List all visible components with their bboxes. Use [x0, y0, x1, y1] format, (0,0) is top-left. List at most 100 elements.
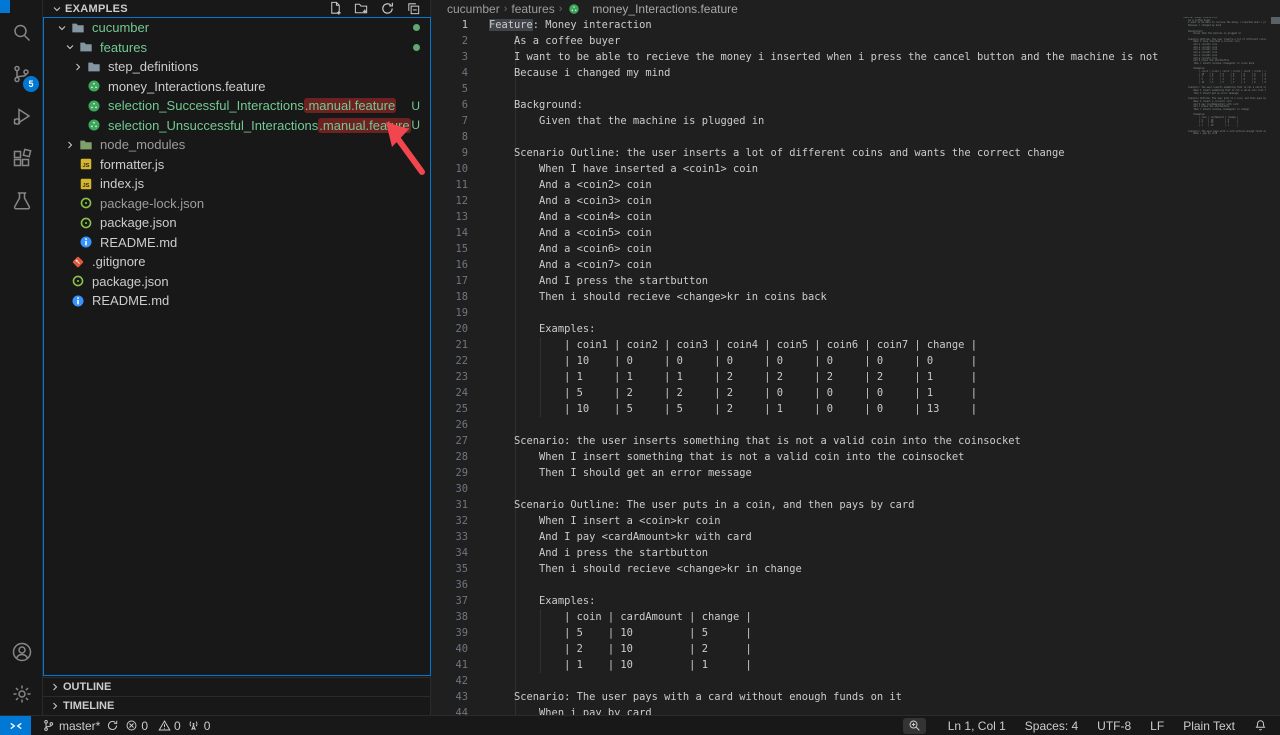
tree-item-label: package.json: [100, 215, 177, 230]
encoding-status[interactable]: UTF-8: [1094, 716, 1134, 735]
chevron-right-icon[interactable]: [70, 59, 86, 75]
collapse-folders-icon[interactable]: [404, 0, 422, 18]
editor-line[interactable]: 10 When I have inserted a <coin1> coin: [432, 161, 1280, 177]
editor-line[interactable]: 13 And a <coin4> coin: [432, 209, 1280, 225]
git-branch-status[interactable]: master*: [39, 716, 103, 735]
editor-line[interactable]: 31 Scenario Outline: The user puts in a …: [432, 497, 1280, 513]
chevron-down-icon[interactable]: [62, 39, 78, 55]
tree-item-package-lock-json[interactable]: package-lock.json: [44, 194, 430, 214]
chevron-right-icon[interactable]: [62, 137, 78, 153]
tree-item-package-json[interactable]: package.json: [44, 213, 430, 233]
editor-line[interactable]: 17 And I press the startbutton: [432, 273, 1280, 289]
editor-line[interactable]: 1Feature: Money interaction: [432, 17, 1280, 33]
run-and-debug-icon[interactable]: [0, 96, 43, 138]
editor-line[interactable]: 4 Because i changed my mind: [432, 65, 1280, 81]
breadcrumb-folder[interactable]: features: [511, 2, 554, 16]
editor-line[interactable]: 9 Scenario Outline: the user inserts a l…: [432, 145, 1280, 161]
minimap[interactable]: Feature: Money interaction As a coffee b…: [1183, 17, 1266, 715]
extensions-icon[interactable]: [0, 138, 43, 180]
editor-line[interactable]: 14 And a <coin5> coin: [432, 225, 1280, 241]
editor-line[interactable]: 7 Given that the machine is plugged in: [432, 113, 1280, 129]
editor-line[interactable]: 44 When i pay by card: [432, 705, 1280, 715]
editor-line[interactable]: 11 And a <coin2> coin: [432, 177, 1280, 193]
editor-line[interactable]: 38 | coin | cardAmount | change |: [432, 609, 1280, 625]
editor-line[interactable]: 20 Examples:: [432, 321, 1280, 337]
editor-line[interactable]: 42: [432, 673, 1280, 689]
explorer-header[interactable]: EXAMPLES: [43, 0, 430, 17]
notifications-button[interactable]: [1251, 716, 1270, 735]
tree-item--gitignore[interactable]: .gitignore: [44, 252, 430, 272]
chevron-down-icon[interactable]: [54, 20, 70, 36]
tree-item-formatter-js[interactable]: JSformatter.js: [44, 155, 430, 175]
tree-item-cucumber[interactable]: cucumber: [44, 18, 430, 38]
editor-line[interactable]: 40 | 2 | 10 | 2 |: [432, 641, 1280, 657]
editor-scrollbar[interactable]: [1266, 17, 1280, 715]
outline-section-header[interactable]: OUTLINE: [43, 677, 431, 696]
editor-line[interactable]: 39 | 5 | 10 | 5 |: [432, 625, 1280, 641]
sync-button[interactable]: [103, 716, 122, 735]
editor-line[interactable]: 32 When I insert a <coin>kr coin: [432, 513, 1280, 529]
new-file-icon[interactable]: [326, 0, 344, 18]
line-number: 19: [432, 305, 489, 321]
editor-line[interactable]: 37 Examples:: [432, 593, 1280, 609]
tree-item-selection-unsuccessful-interactions[interactable]: selection_Unsuccessful_Interactions.manu…: [44, 116, 430, 136]
timeline-section-header[interactable]: TIMELINE: [43, 696, 431, 715]
breadcrumb-folder[interactable]: cucumber: [447, 2, 500, 16]
editor-line[interactable]: 29 Then I should get an error message: [432, 465, 1280, 481]
tree-item-readme-md[interactable]: README.md: [44, 233, 430, 253]
tree-item-selection-successful-interactions[interactable]: selection_Successful_Interactions.manual…: [44, 96, 430, 116]
editor-line[interactable]: 2 As a coffee buyer: [432, 33, 1280, 49]
editor-line[interactable]: 19: [432, 305, 1280, 321]
editor-line[interactable]: 6 Background:: [432, 97, 1280, 113]
editor-line[interactable]: 26: [432, 417, 1280, 433]
new-folder-icon[interactable]: [352, 0, 370, 18]
editor-line[interactable]: 33 And I pay <cardAmount>kr with card: [432, 529, 1280, 545]
tree-item-label: cucumber: [92, 20, 149, 35]
editor-line[interactable]: 8: [432, 129, 1280, 145]
line-number: 4: [432, 65, 489, 81]
editor-line[interactable]: 18 Then i should recieve <change>kr in c…: [432, 289, 1280, 305]
editor-line[interactable]: 15 And a <coin6> coin: [432, 241, 1280, 257]
editor-line[interactable]: 34 And i press the startbutton: [432, 545, 1280, 561]
indentation-status[interactable]: Spaces: 4: [1022, 716, 1081, 735]
tree-item-readme-md[interactable]: README.md: [44, 291, 430, 311]
tree-item-index-js[interactable]: JSindex.js: [44, 174, 430, 194]
accounts-icon[interactable]: [0, 631, 43, 673]
breadcrumb-file[interactable]: money_Interactions.feature: [566, 1, 737, 17]
refresh-icon[interactable]: [378, 0, 396, 18]
tree-item-money-interactions-feature[interactable]: money_Interactions.feature: [44, 77, 430, 97]
search-icon[interactable]: [0, 12, 43, 54]
editor-line[interactable]: 21 | coin1 | coin2 | coin3 | coin4 | coi…: [432, 337, 1280, 353]
language-mode[interactable]: Plain Text: [1180, 716, 1238, 735]
editor-line[interactable]: 24 | 5 | 2 | 2 | 2 | 0 | 0 | 0 | 1 |: [432, 385, 1280, 401]
testing-icon[interactable]: [0, 180, 43, 222]
eol-status[interactable]: LF: [1147, 716, 1167, 735]
editor-line[interactable]: 5: [432, 81, 1280, 97]
editor-line[interactable]: 25 | 10 | 5 | 5 | 2 | 1 | 0 | 0 | 13 |: [432, 401, 1280, 417]
problems-status[interactable]: 0 0: [122, 716, 183, 735]
screencast-zoom-button[interactable]: [903, 718, 926, 734]
tree-item-node-modules[interactable]: node_modules: [44, 135, 430, 155]
editor-line[interactable]: 3 I want to be able to recieve the money…: [432, 49, 1280, 65]
editor-line[interactable]: 16 And a <coin7> coin: [432, 257, 1280, 273]
editor-line[interactable]: 30: [432, 481, 1280, 497]
editor-line[interactable]: 43 Scenario: The user pays with a card w…: [432, 689, 1280, 705]
remote-indicator[interactable]: [0, 716, 31, 735]
code-area[interactable]: 1Feature: Money interaction2 As a coffee…: [432, 17, 1280, 715]
editor-line[interactable]: 28 When I insert something that is not a…: [432, 449, 1280, 465]
editor-line[interactable]: 22 | 10 | 0 | 0 | 0 | 0 | 0 | 0 | 0 |: [432, 353, 1280, 369]
editor-line[interactable]: 12 And a <coin3> coin: [432, 193, 1280, 209]
editor-line[interactable]: 36: [432, 577, 1280, 593]
cursor-position[interactable]: Ln 1, Col 1: [945, 716, 1009, 735]
tree-item-package-json[interactable]: package.json: [44, 272, 430, 292]
source-control-icon[interactable]: 5: [0, 54, 43, 96]
editor-line[interactable]: 35 Then i should recieve <change>kr in c…: [432, 561, 1280, 577]
manage-gear-icon[interactable]: [0, 673, 43, 715]
tree-item-features[interactable]: features: [44, 38, 430, 58]
editor-line[interactable]: 27 Scenario: the user inserts something …: [432, 433, 1280, 449]
breadcrumb[interactable]: cucumber › features › money_Interactions…: [432, 0, 1280, 17]
tree-item-step-definitions[interactable]: step_definitions: [44, 57, 430, 77]
editor-line[interactable]: 41 | 1 | 10 | 1 |: [432, 657, 1280, 673]
editor-line[interactable]: 23 | 1 | 1 | 1 | 2 | 2 | 2 | 2 | 1 |: [432, 369, 1280, 385]
ports-status[interactable]: 0: [184, 716, 214, 735]
